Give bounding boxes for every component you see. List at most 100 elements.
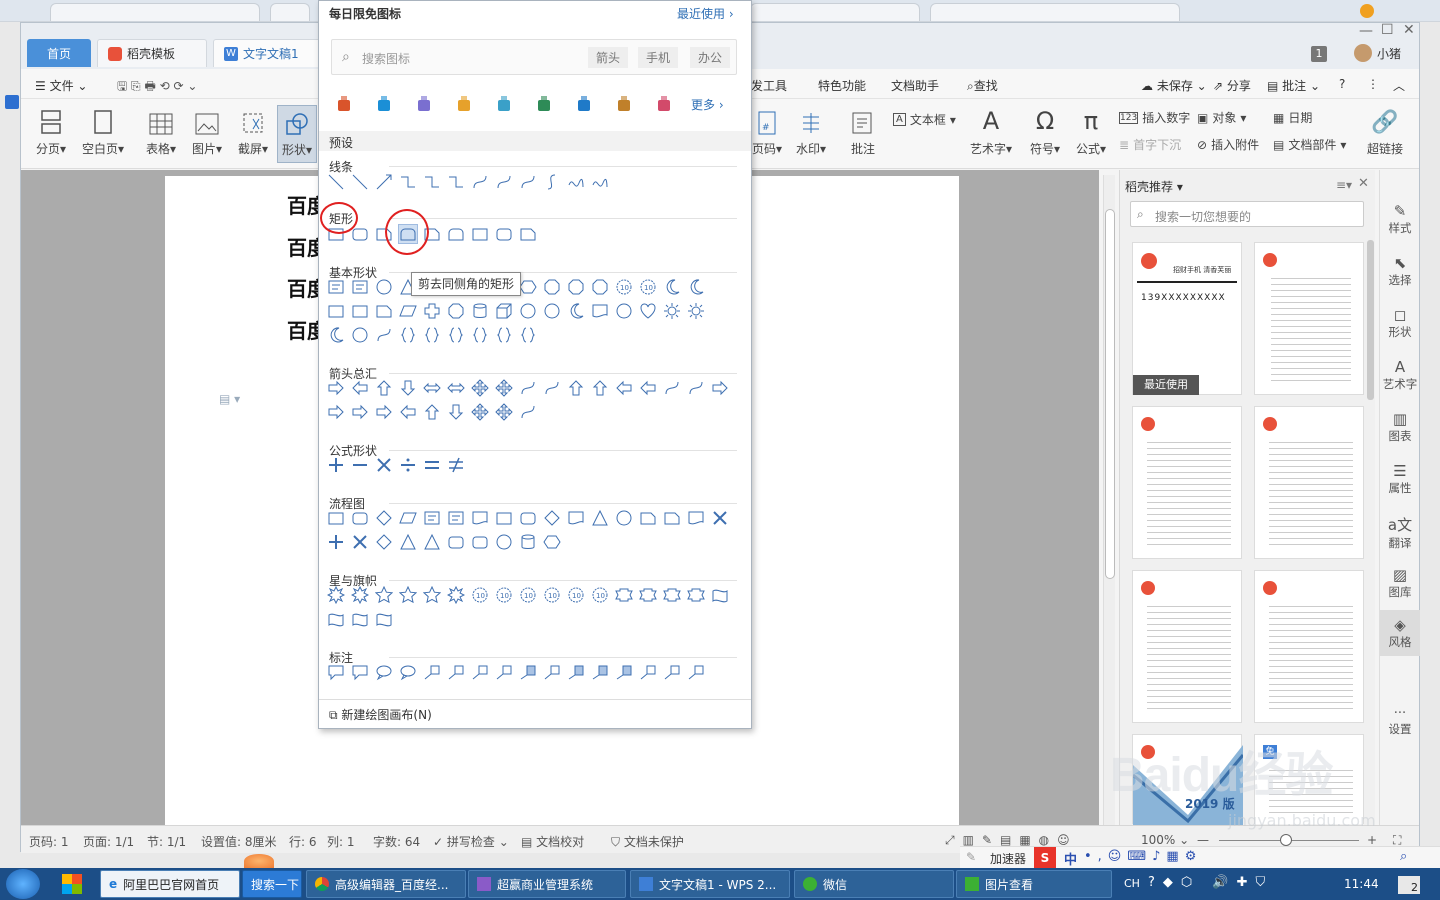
menu-special[interactable]: 特色功能: [818, 77, 866, 94]
shape-rect[interactable]: [327, 509, 345, 527]
shape-quad[interactable]: [495, 403, 513, 421]
shape-free[interactable]: [567, 173, 585, 191]
shape-snip[interactable]: [375, 302, 393, 320]
template-thumbnail[interactable]: [1254, 570, 1364, 723]
free-icon[interactable]: [615, 95, 633, 113]
shape-darrow[interactable]: [447, 403, 465, 421]
pagebreak-button[interactable]: 分页▾: [31, 105, 71, 157]
shape-uarrow[interactable]: [591, 379, 609, 397]
translate-tool[interactable]: a文 翻译: [1380, 514, 1420, 551]
shape-sun[interactable]: [663, 302, 681, 320]
spell-check-button[interactable]: ✓ 拼写检查 ⌄: [433, 833, 509, 850]
shape-elbow[interactable]: [423, 173, 441, 191]
shape-curve[interactable]: [687, 379, 705, 397]
shape-quad[interactable]: [495, 379, 513, 397]
shape-star8[interactable]: [327, 586, 345, 604]
shape-circle[interactable]: [543, 302, 561, 320]
free-icon[interactable]: [535, 95, 553, 113]
panel-scrollbar-thumb[interactable]: [1367, 240, 1374, 400]
protect-button[interactable]: ⛉ 文档未保护: [611, 833, 684, 850]
shape-linecall[interactable]: [663, 663, 681, 681]
shape-circle[interactable]: [375, 278, 393, 296]
shape-seal[interactable]: 10: [639, 278, 657, 296]
shape-snip[interactable]: [639, 509, 657, 527]
shape-rarrow[interactable]: [711, 379, 729, 397]
free-icon[interactable]: [335, 95, 353, 113]
icon-search-input[interactable]: ⌕ 搜索图标 箭头 手机 办公: [331, 39, 737, 75]
paragraph-layout-icon[interactable]: ▤ ▾: [219, 392, 240, 406]
tab-document[interactable]: W 文字文稿1: [213, 39, 323, 67]
shape-snip[interactable]: [663, 509, 681, 527]
shape-textbox[interactable]: [351, 278, 369, 296]
shape-minus[interactable]: [351, 456, 369, 474]
shape-star5[interactable]: [375, 586, 393, 604]
shape-curve[interactable]: [519, 403, 537, 421]
avatar[interactable]: [1354, 44, 1372, 62]
shape-diamond[interactable]: [375, 509, 393, 527]
shape-wave[interactable]: [327, 610, 345, 628]
shape-rarrow[interactable]: [327, 379, 345, 397]
gallery-tool[interactable]: ▨ 图库: [1380, 566, 1420, 600]
menu-comment[interactable]: ▤ 批注 ⌄: [1267, 77, 1320, 94]
help-icon[interactable]: ?: [1339, 77, 1345, 91]
shape-ocall[interactable]: [375, 663, 393, 681]
template-thumbnail[interactable]: [1254, 242, 1364, 395]
shape-brace[interactable]: [447, 326, 465, 344]
attach-button[interactable]: ⊘ 插入附件: [1197, 136, 1259, 153]
panel-title[interactable]: 稻壳推荐 ▾: [1125, 178, 1183, 195]
shape-rarrow[interactable]: [327, 403, 345, 421]
pageno-button[interactable]: # 页码▾: [747, 105, 787, 157]
browser-tab[interactable]: [930, 3, 1180, 21]
shape-heart[interactable]: [639, 302, 657, 320]
panel-menu-icon[interactable]: ≡▾: [1336, 178, 1352, 192]
shape-seal[interactable]: 10: [495, 586, 513, 604]
shape-rect[interactable]: [495, 509, 513, 527]
shape-arrowline[interactable]: [375, 173, 393, 191]
shape-quad[interactable]: [471, 403, 489, 421]
shape-tool[interactable]: ◻ 形状: [1380, 306, 1420, 340]
app-launcher-icon[interactable]: [62, 874, 82, 894]
style-tool[interactable]: ✎ 样式: [1380, 202, 1420, 236]
search-icon[interactable]: ⌕: [1400, 849, 1407, 864]
first-sink-button[interactable]: ≣ 首字下沉: [1119, 136, 1181, 153]
panel-search-input[interactable]: ⌕ 搜索一切您想要的: [1130, 201, 1364, 227]
recent-used-link[interactable]: 最近使用 ›: [677, 5, 734, 22]
shape-button[interactable]: 形状▾: [277, 105, 317, 163]
free-icon[interactable]: [415, 95, 433, 113]
shape-diamond[interactable]: [543, 509, 561, 527]
screenshot-button[interactable]: 截屏▾: [233, 105, 273, 157]
shape-times[interactable]: [711, 509, 729, 527]
shape-tri[interactable]: [399, 533, 417, 551]
free-icon[interactable]: [495, 95, 513, 113]
shape-oct[interactable]: [591, 278, 609, 296]
shape-seal[interactable]: 10: [543, 586, 561, 604]
shape-larrow[interactable]: [399, 403, 417, 421]
close-icon[interactable]: ✕: [1403, 22, 1415, 38]
shape-brace[interactable]: [423, 326, 441, 344]
shape-tri[interactable]: [423, 533, 441, 551]
proof-button[interactable]: ▤ 文档校对: [521, 833, 584, 850]
menu-dev-tools[interactable]: 发工具: [751, 77, 787, 94]
shape-textbox[interactable]: [423, 509, 441, 527]
free-icon[interactable]: [375, 95, 393, 113]
shape-rarrow[interactable]: [375, 403, 393, 421]
more-icons-link[interactable]: 更多 ›: [691, 96, 724, 113]
shape-neq[interactable]: [447, 456, 465, 474]
shape-darrow[interactable]: [399, 379, 417, 397]
date-button[interactable]: ▦ 日期: [1273, 109, 1312, 126]
shape-doc[interactable]: [567, 509, 585, 527]
shape-star8[interactable]: [447, 586, 465, 604]
shape-linecall[interactable]: [447, 663, 465, 681]
template-thumbnail[interactable]: [1132, 406, 1242, 559]
shape-larrow[interactable]: [615, 379, 633, 397]
comment-button[interactable]: 批注: [843, 105, 883, 157]
taskbar-item-erp[interactable]: 超赢商业管理系统: [468, 870, 626, 898]
tag-phone[interactable]: 手机: [638, 47, 679, 68]
taskbar-item-wechat[interactable]: 微信: [794, 870, 954, 898]
shape-seal[interactable]: 10: [519, 586, 537, 604]
template-thumbnail[interactable]: [1132, 570, 1242, 723]
shape-elbow[interactable]: [447, 173, 465, 191]
shape-brace[interactable]: [519, 326, 537, 344]
shape-curve[interactable]: [495, 173, 513, 191]
shape-larrow[interactable]: [351, 379, 369, 397]
